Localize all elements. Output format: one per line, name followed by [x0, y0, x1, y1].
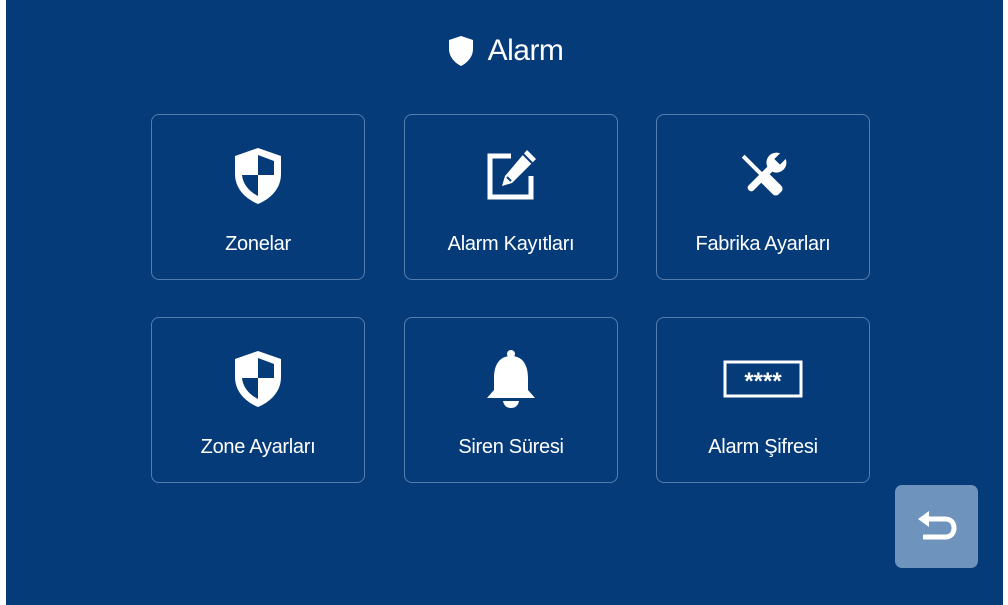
shield-icon: [446, 34, 476, 68]
page-header: Alarm: [6, 28, 1003, 74]
tile-zone-ayarlari[interactable]: Zone Ayarları: [151, 317, 365, 483]
tile-label: Zone Ayarları: [200, 436, 316, 458]
back-arrow-icon: [915, 507, 959, 546]
tools-icon: [657, 145, 869, 207]
tile-alarm-kayitlari[interactable]: Alarm Kayıtları: [404, 114, 618, 280]
tile-siren-suresi[interactable]: Siren Süresi: [404, 317, 618, 483]
tile-label: Fabrika Ayarları: [695, 233, 831, 255]
edit-note-icon: [405, 145, 617, 207]
alarm-screen: Alarm Zonelar Alarm Kayıtları Fabrika Ay…: [6, 0, 1003, 605]
bell-icon: [405, 348, 617, 410]
tile-label: Zonelar: [225, 233, 291, 255]
password-field-icon: ****: [657, 348, 869, 410]
tile-label: Alarm Kayıtları: [447, 233, 575, 255]
security-shield-icon: [152, 348, 364, 410]
password-mask-text: ****: [744, 368, 782, 395]
page-title: Alarm: [487, 34, 564, 67]
tile-alarm-sifresi[interactable]: **** Alarm Şifresi: [656, 317, 870, 483]
tile-label: Alarm Şifresi: [708, 436, 818, 458]
security-shield-icon: [152, 145, 364, 207]
tile-zonelar[interactable]: Zonelar: [151, 114, 365, 280]
back-button[interactable]: [895, 485, 978, 568]
tile-label: Siren Süresi: [458, 436, 564, 458]
tile-fabrika-ayarlari[interactable]: Fabrika Ayarları: [656, 114, 870, 280]
